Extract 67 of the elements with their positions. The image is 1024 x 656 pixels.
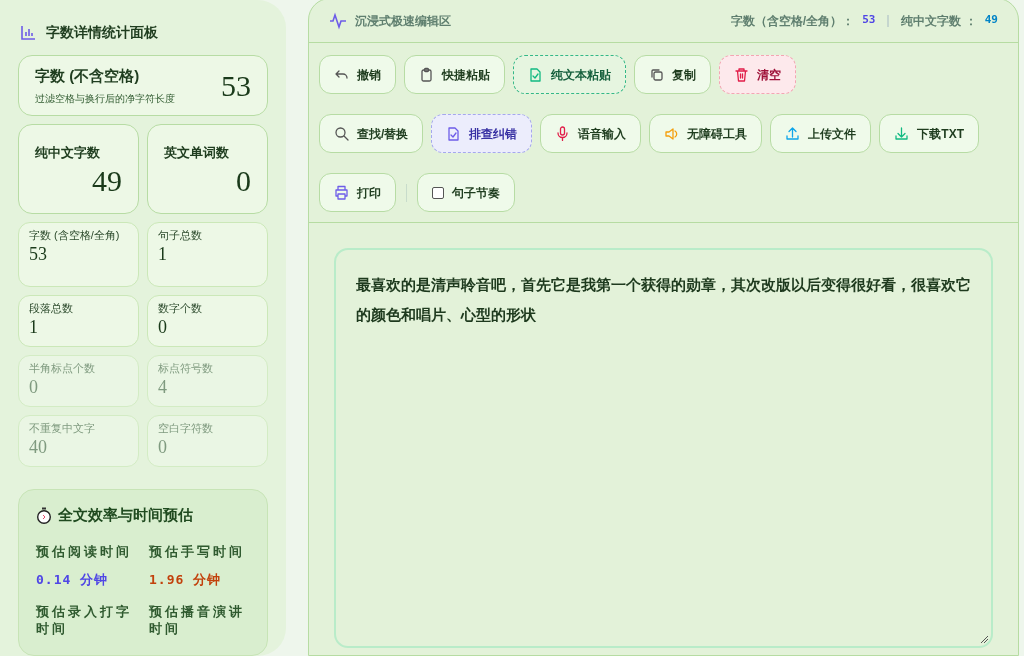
stat-value: 0 xyxy=(158,316,168,339)
stat-value: 0 xyxy=(29,376,39,399)
stat-value: 49 xyxy=(92,162,122,199)
stat-value: 40 xyxy=(29,436,48,459)
copy-icon xyxy=(649,67,664,82)
toolbar-button[interactable]: 排查纠错 xyxy=(431,114,533,153)
stat-label: 半角标点个数 xyxy=(29,362,96,375)
editor-text: 最喜欢的是清声聆音吧，首先它是我第一个获得的勋章，其次改版以后变得很好看，很喜欢它的颜色和唱片、心型的形状 xyxy=(356,275,971,325)
stat-label: 英文单词数 xyxy=(164,144,230,163)
stat-label: 字数 (不含空格) xyxy=(35,65,141,86)
resize-handle[interactable] xyxy=(980,635,989,644)
stat-label: 段落总数 xyxy=(29,302,74,315)
stat-value: 4 xyxy=(158,376,168,399)
stat-label: 字数 (含空格/全角) xyxy=(29,229,121,242)
toolbar-button[interactable]: 查找/替换 xyxy=(319,114,424,153)
estimate-label: 预估播音演讲时间 xyxy=(149,603,246,638)
stat-value: 1 xyxy=(158,243,168,266)
toolbar-button[interactable]: 快捷粘贴 xyxy=(404,55,505,94)
checkbox-button[interactable]: 句子节奏 xyxy=(417,173,515,212)
stat-label: 标点符号数 xyxy=(158,362,214,375)
toolbar-button[interactable]: 打印 xyxy=(319,173,396,212)
stat-value: 49 xyxy=(984,12,998,29)
stat-value: 53 xyxy=(862,12,876,29)
stat-label: 字数（含空格/全角）： xyxy=(730,12,855,30)
toolbar-button[interactable]: 无障碍工具 xyxy=(649,114,763,153)
stat-value: 0 xyxy=(236,162,251,199)
document-check-icon xyxy=(528,67,543,82)
toolbar-button[interactable]: 清空 xyxy=(719,55,796,94)
toolbar-button[interactable]: 下载TXT xyxy=(879,114,979,153)
text-editor[interactable]: 最喜欢的是清声聆音吧，首先它是我第一个获得的勋章，其次改版以后变得很好看，很喜欢它的颜色和唱片、心型的形状 xyxy=(334,248,993,648)
stat-label: 数字个数 xyxy=(158,302,203,315)
estimate-value: 0.14 分钟 xyxy=(36,570,110,589)
stat-value: 53 xyxy=(29,243,48,266)
upload-icon xyxy=(785,126,801,141)
stat-label: 不重复中文字 xyxy=(29,422,96,435)
stat-label: 纯中文字数 ： xyxy=(901,12,977,30)
estimate-label: 预估手写时间 xyxy=(149,542,246,560)
toolbar-button[interactable]: 上传文件 xyxy=(770,114,872,153)
stat-value: 53 xyxy=(221,68,251,105)
stat-value: 0 xyxy=(158,436,168,459)
panel-title: 字数详情统计面板 xyxy=(46,23,158,42)
stat-label: 空白字符数 xyxy=(158,422,214,435)
printer-icon xyxy=(334,185,349,200)
trash-icon xyxy=(734,67,749,82)
stat-label: 纯中文字数 xyxy=(35,144,101,163)
download-icon xyxy=(894,126,910,141)
pulse-icon xyxy=(329,11,347,30)
stat-caption: 过滤空格与换行后的净字符长度 xyxy=(35,92,175,107)
search-icon xyxy=(334,126,349,141)
estimate-label: 预估阅读时间 xyxy=(36,542,133,560)
toolbar-button[interactable]: 纯文本粘贴 xyxy=(513,55,626,94)
toolbar-button[interactable]: 撤销 xyxy=(319,55,396,94)
estimate-value: 1.96 分钟 xyxy=(149,570,223,589)
stopwatch-icon xyxy=(36,506,52,524)
bar-chart-icon xyxy=(20,24,36,41)
stat-label: 句子总数 xyxy=(158,229,203,242)
microphone-icon xyxy=(555,126,571,141)
toolbar-button[interactable]: 复制 xyxy=(634,55,711,94)
stat-value: 1 xyxy=(29,316,39,339)
editor-title: 沉浸式极速编辑区 xyxy=(355,12,451,30)
toolbar-button[interactable]: 语音输入 xyxy=(540,114,642,153)
checkbox[interactable] xyxy=(432,186,444,199)
speaker-icon xyxy=(664,126,680,141)
estimate-label: 预估录入打字时间 xyxy=(36,603,133,638)
document-check-icon xyxy=(446,126,462,141)
card-title: 全文效率与时间预估 xyxy=(58,505,193,526)
clipboard-icon xyxy=(419,67,434,82)
